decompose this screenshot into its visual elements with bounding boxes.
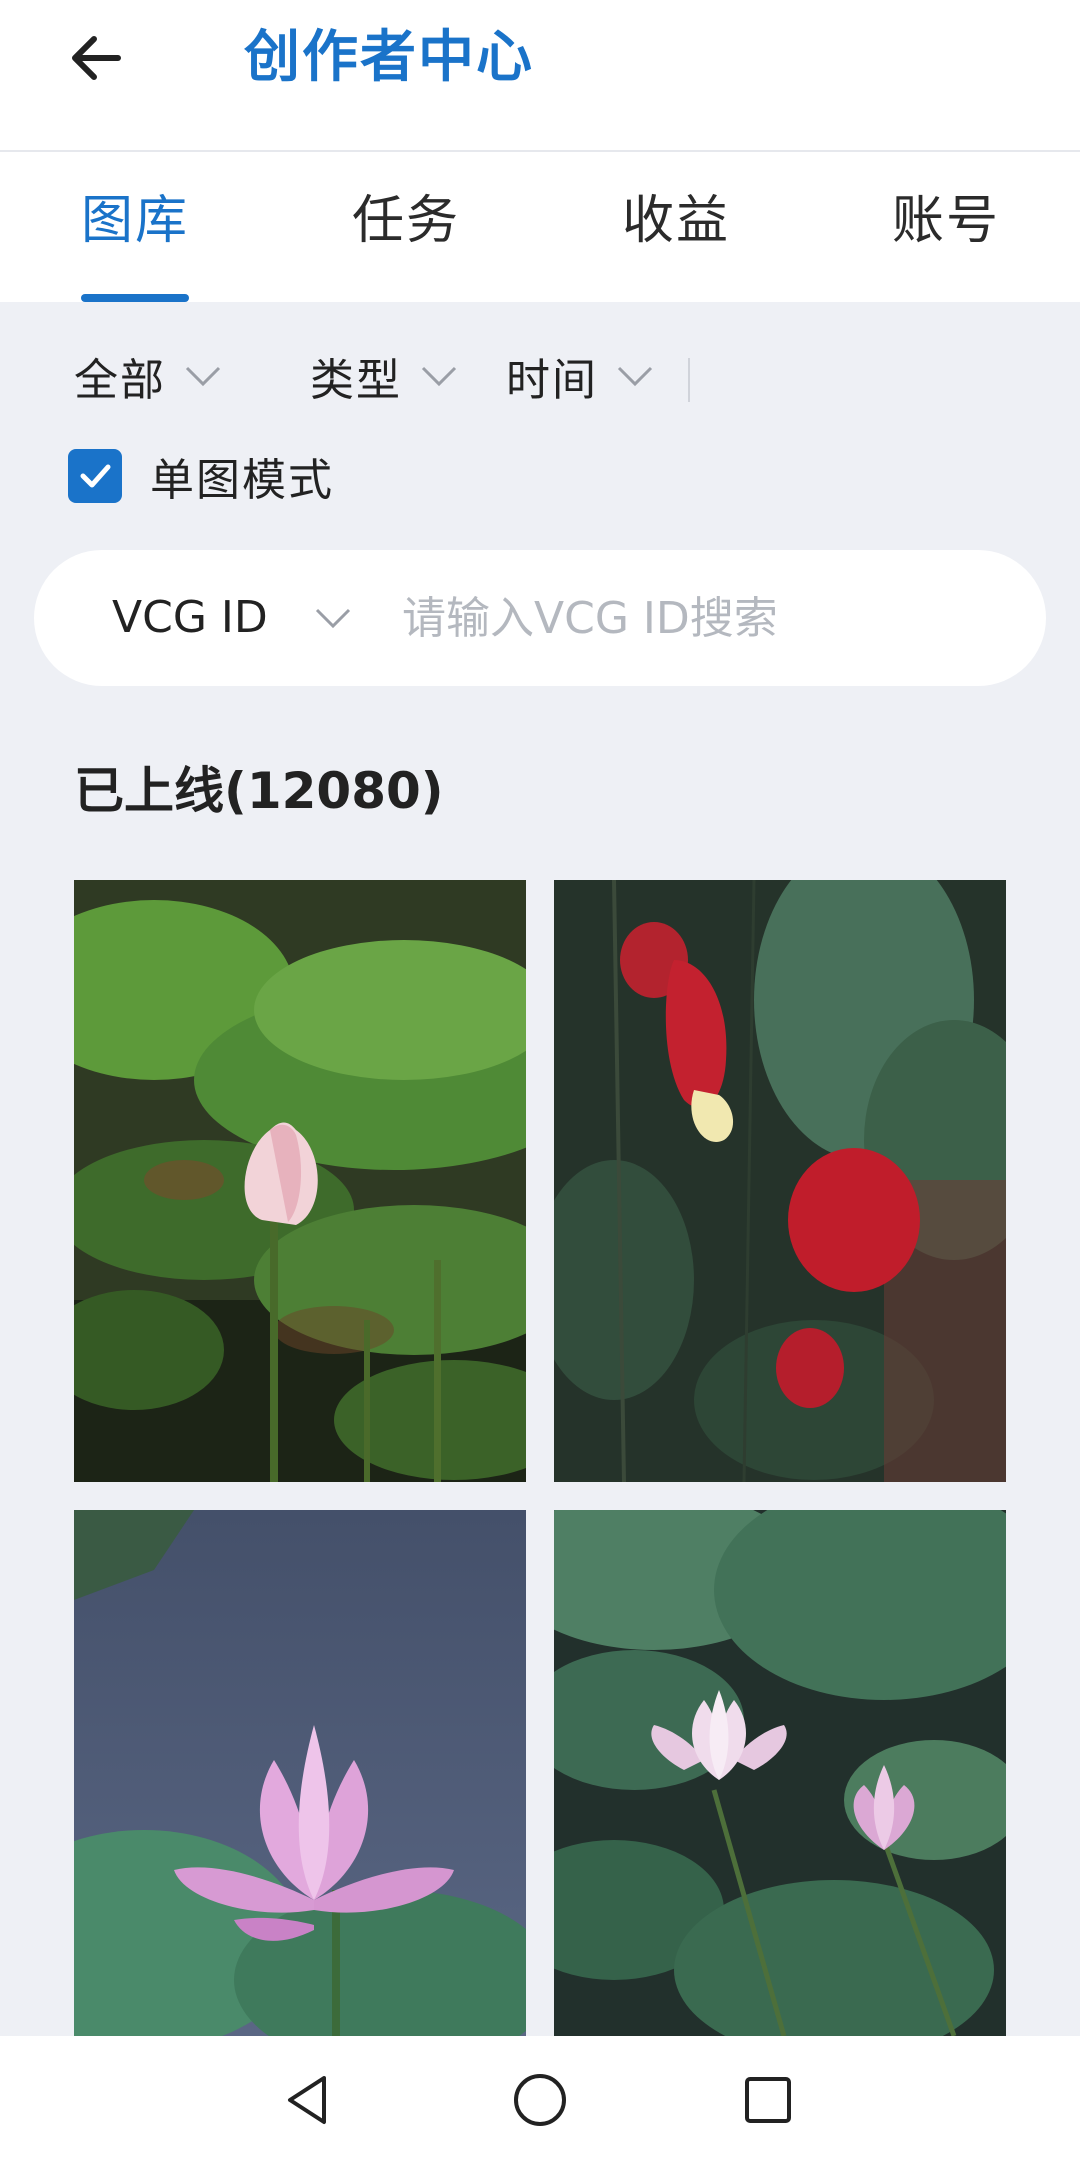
square-recents-icon <box>745 2077 791 2123</box>
single-mode-label: 单图模式 <box>150 455 334 506</box>
filter-all-dropdown[interactable]: 全部 <box>74 346 222 406</box>
photo-tile-4[interactable] <box>554 1510 1006 2112</box>
nav-recents-button[interactable] <box>732 2064 804 2136</box>
app-header: 创作者中心 <box>0 0 1080 152</box>
lotus-bud-photo <box>74 880 526 1482</box>
filter-all-label: 全部 <box>74 355 166 406</box>
nav-home-button[interactable] <box>504 2064 576 2136</box>
arrow-left-icon <box>72 36 121 80</box>
tab-tasks[interactable]: 任务 <box>352 186 460 256</box>
chevron-down-icon <box>421 366 457 387</box>
back-button[interactable] <box>60 22 132 94</box>
water-lilies-photo <box>554 1510 1006 2036</box>
tab-earnings[interactable]: 收益 <box>622 186 730 256</box>
system-nav-bar <box>0 2036 1080 2162</box>
single-mode-toggle[interactable]: 单图模式 <box>68 444 334 508</box>
filter-time-label: 时间 <box>506 355 598 406</box>
filter-time-dropdown[interactable]: 时间 <box>506 346 654 406</box>
nav-back-button[interactable] <box>272 2064 344 2136</box>
photo-tile-3[interactable] <box>74 1510 526 2112</box>
active-tab-indicator <box>81 294 189 302</box>
photo-tile-1[interactable] <box>74 880 526 1482</box>
tab-bar: 图库 任务 收益 账号 <box>0 152 1080 302</box>
search-bar: VCG ID <box>34 550 1046 686</box>
red-flower-photo <box>554 880 1006 1482</box>
photo-tile-2[interactable] <box>554 880 1006 1482</box>
single-mode-checkbox[interactable] <box>68 449 122 503</box>
filter-type-dropdown[interactable]: 类型 <box>310 346 458 406</box>
tab-account[interactable]: 账号 <box>892 186 1000 256</box>
search-input[interactable] <box>400 578 1000 658</box>
filter-type-label: 类型 <box>310 355 402 406</box>
pink-lotus-photo <box>74 1510 526 2036</box>
checkmark-icon <box>80 464 111 488</box>
triangle-back-icon <box>288 2076 326 2124</box>
chevron-down-icon <box>185 366 221 387</box>
section-title-online: 已上线(12080) <box>74 762 444 820</box>
page-title: 创作者中心 <box>244 25 534 90</box>
tab-gallery[interactable]: 图库 <box>81 186 189 256</box>
circle-home-icon <box>514 2074 566 2126</box>
filter-divider <box>688 358 690 402</box>
chevron-down-icon <box>617 366 653 387</box>
search-type-selector[interactable]: VCG ID <box>112 586 268 650</box>
chevron-down-icon[interactable] <box>314 606 352 630</box>
